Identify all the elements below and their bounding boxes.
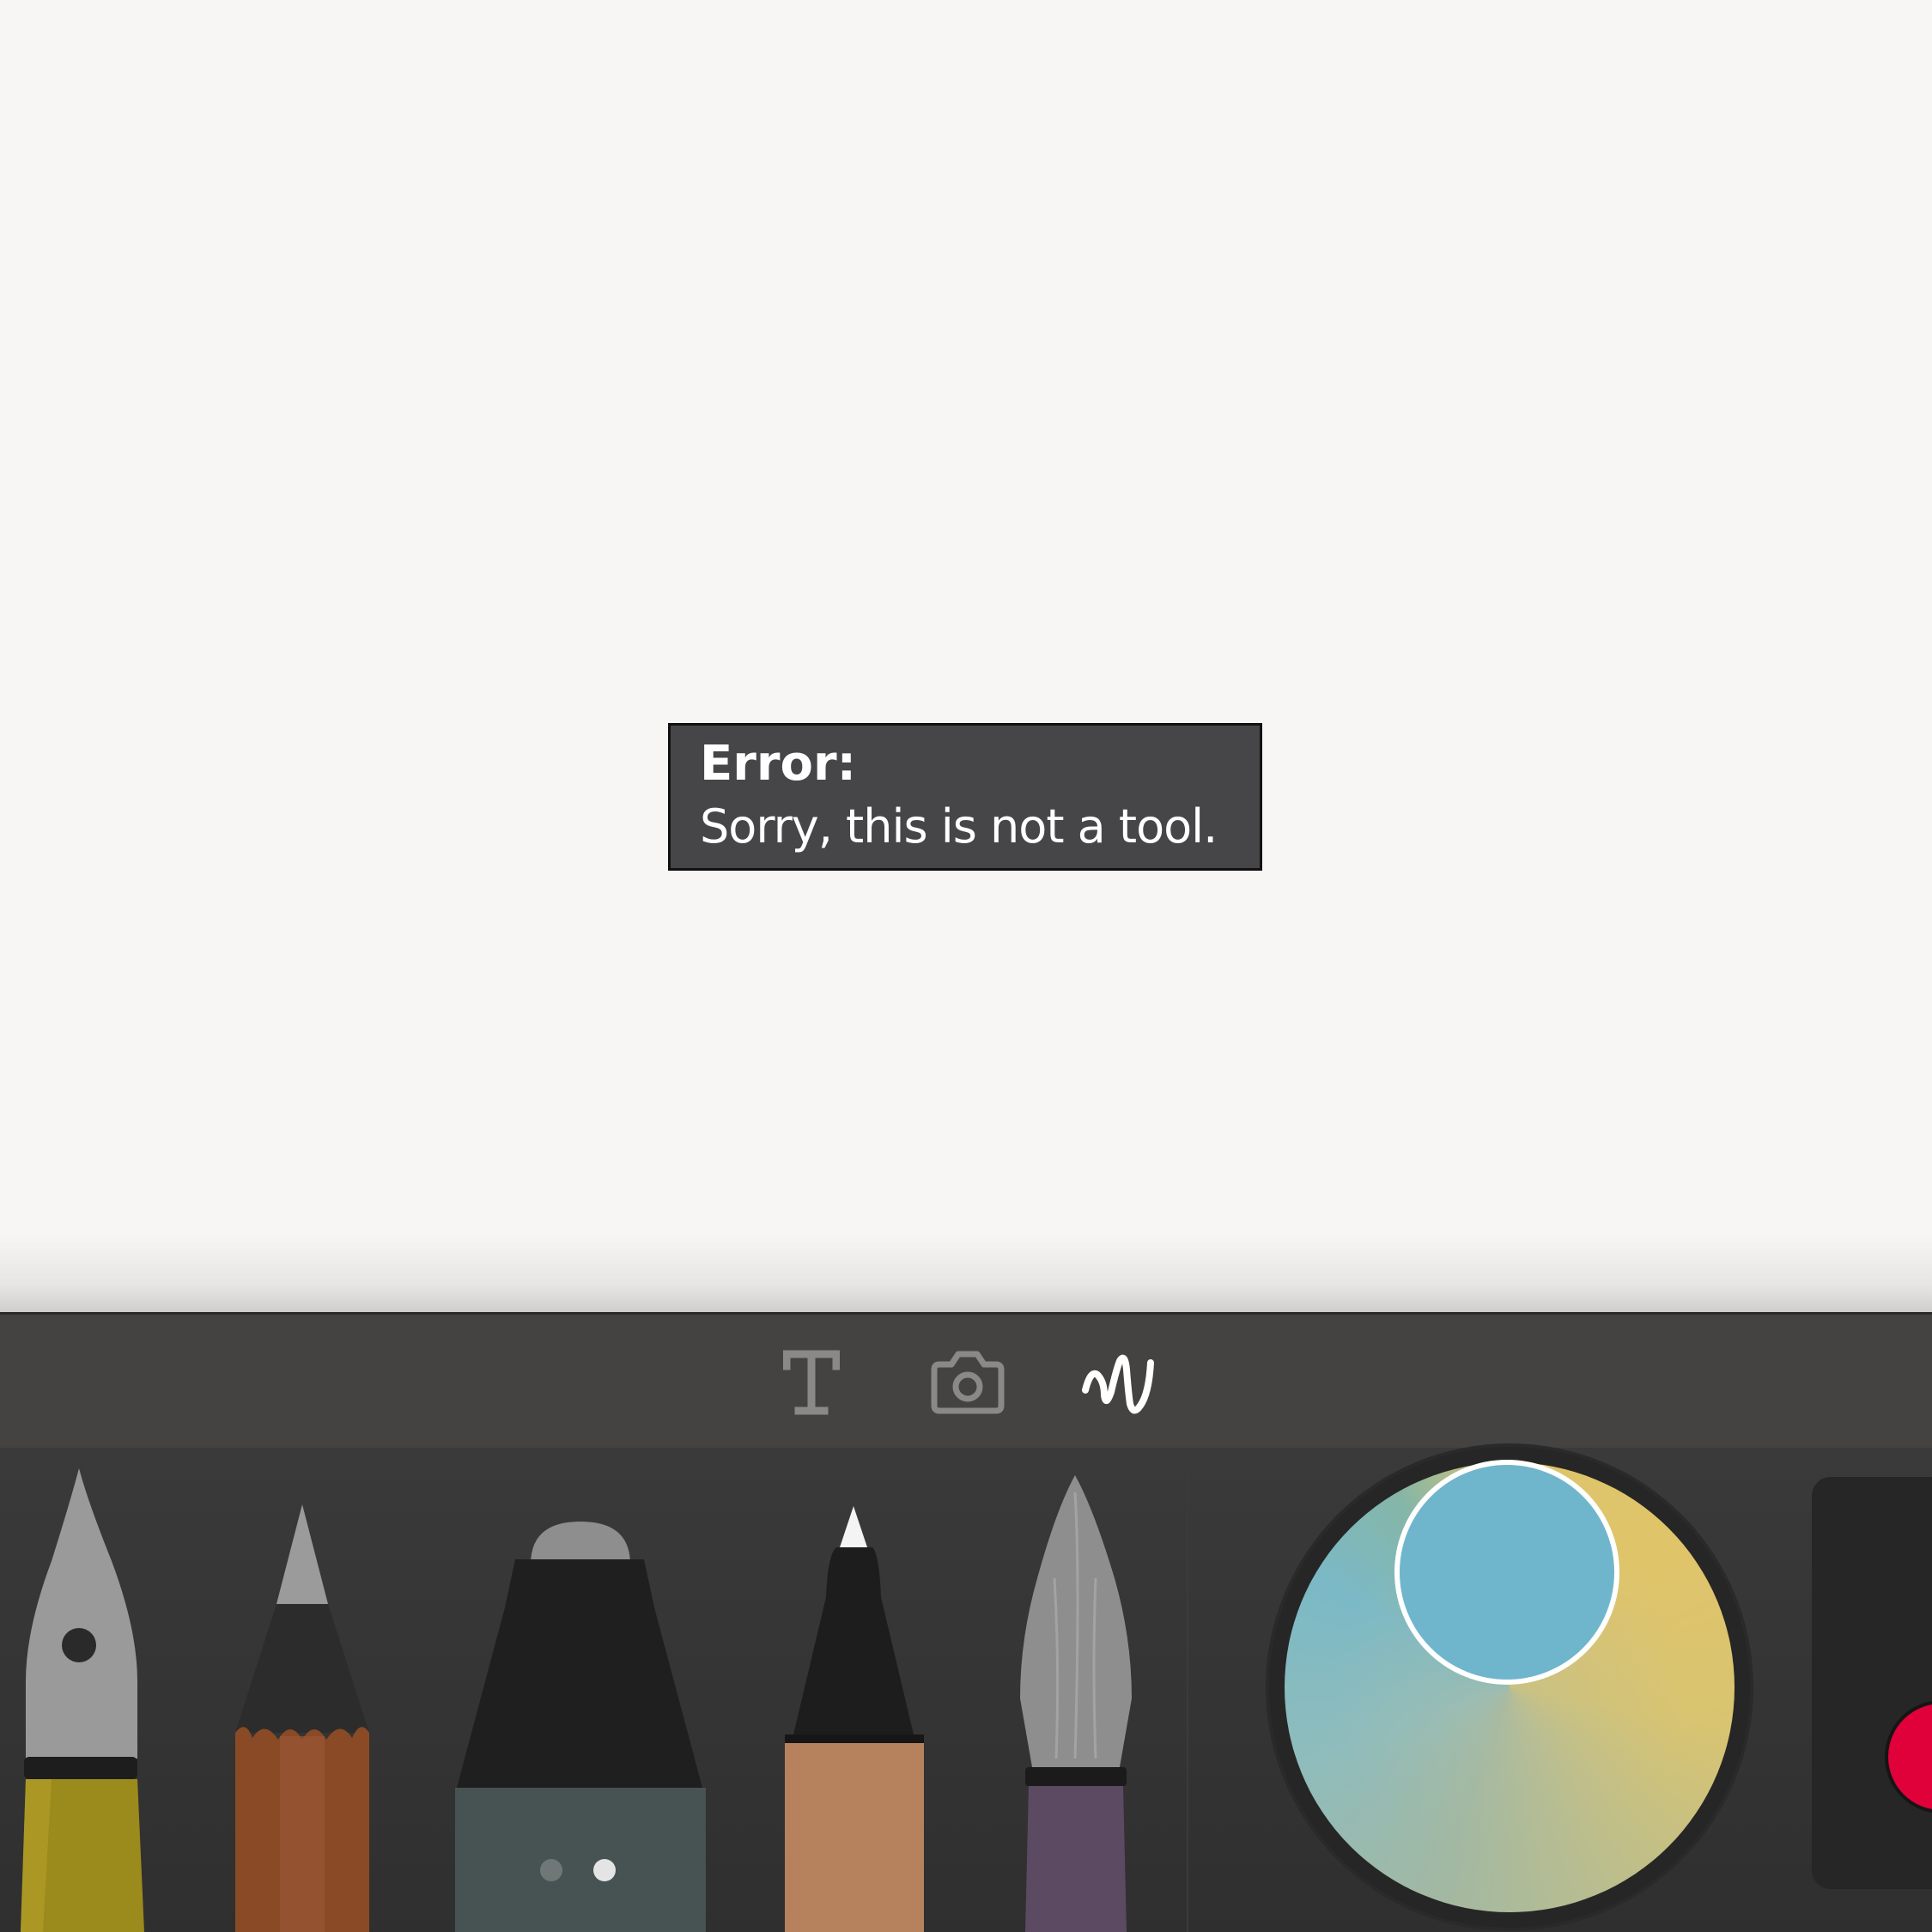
drawing-canvas[interactable] (0, 0, 1932, 1312)
marker-tool[interactable] (453, 1504, 708, 1932)
error-tooltip: Error: Sorry, this is not a tool. (668, 723, 1262, 871)
camera-icon[interactable] (931, 1344, 1005, 1421)
app-root: Error: Sorry, this is not a tool. (0, 0, 1932, 1932)
brush-tool[interactable] (1012, 1475, 1140, 1932)
error-message: Sorry, this is not a tool. (700, 799, 1218, 854)
scribble-icon[interactable] (1080, 1344, 1166, 1421)
tray-divider (1187, 1448, 1188, 1932)
error-title: Error: (700, 736, 856, 792)
fineliner-tool[interactable] (783, 1503, 926, 1932)
color-swatch-panel[interactable] (1812, 1477, 1932, 1889)
selected-color-swatch[interactable] (1394, 1460, 1619, 1685)
pencil-tool[interactable] (230, 1504, 376, 1932)
fountain-pen-tool[interactable] (17, 1467, 146, 1932)
text-icon[interactable] (783, 1344, 840, 1421)
